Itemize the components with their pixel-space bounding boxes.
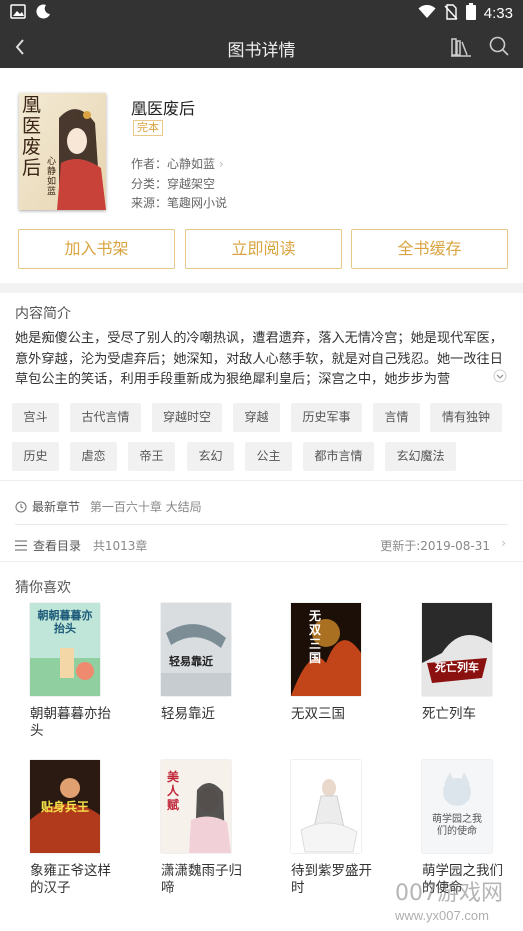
search-icon [489, 36, 509, 56]
photo-icon [10, 4, 26, 23]
author-name: 心静如蓝 [167, 157, 216, 171]
status-badge: 完本 [133, 120, 163, 136]
book-cover: 朝朝暮暮亦抬头 [30, 603, 100, 696]
tag-item[interactable]: 情有独钟 [430, 403, 502, 432]
watermark-brand: 007游戏网 [395, 881, 503, 906]
tag-item[interactable]: 宫斗 [12, 403, 59, 432]
recommend-book-title: 朝朝暮暮亦抬头 [30, 706, 111, 739]
book-title: 凰医废后 [131, 99, 196, 118]
tag-item[interactable]: 帝王 [128, 442, 175, 471]
status-bar: 4:33 [0, 0, 523, 26]
book-cover: 萌学园之我们的使命 [422, 760, 492, 853]
author-row[interactable]: 作者：心静如蓝 › [131, 155, 224, 172]
book-cover: 轻易靠近 [161, 603, 231, 696]
battery-icon [465, 3, 476, 24]
tag-item[interactable]: 历史 [12, 442, 59, 471]
source-row: 来源：笔趣网小说 [131, 194, 227, 211]
recommend-book-title: 轻易靠近 [161, 706, 215, 722]
chevron-right-icon: › [501, 536, 506, 550]
expand-icon[interactable] [490, 369, 510, 387]
source-label: 来源： [131, 196, 168, 210]
latest-chapter-title: 第一百六十章 大结局 [89, 500, 202, 514]
author-label: 作者： [131, 157, 168, 171]
page-title: 图书详情 [227, 41, 296, 61]
book-cover: 凰医废后 心静如蓝 [19, 93, 106, 210]
tag-item[interactable]: 历史军事 [291, 403, 362, 432]
cover-title: 凰医废后 [22, 94, 42, 179]
tag-item[interactable]: 穿越时空 [152, 403, 222, 432]
tag-item[interactable]: 玄幻 [187, 442, 234, 471]
book-cover: 美人赋 [161, 760, 231, 853]
chapter-count: 共1013章 [92, 539, 148, 553]
bookshelf-icon [451, 38, 471, 57]
book-cover: 无双三国 [291, 603, 361, 696]
recommend-book-title: 死亡列车 [422, 706, 476, 722]
book-cover: 贴身兵王 [30, 760, 100, 853]
source-value: 笔趣网小说 [167, 196, 228, 210]
latest-chapter-row[interactable]: 最新章节 第一百六十章 大结局 [15, 498, 508, 516]
divider [0, 561, 523, 562]
tag-item[interactable]: 古代言情 [70, 403, 141, 432]
catalog-row[interactable]: 查看目录 共1013章 更新于:2019-08-31 › [15, 536, 508, 554]
intro-title: 内容简介 [15, 306, 71, 322]
category-label: 分类： [131, 177, 168, 191]
latest-chapter-label: 最新章节 [32, 500, 81, 514]
recommend-book-title: 无双三国 [291, 706, 345, 722]
bookshelf-button[interactable] [449, 35, 473, 59]
search-button[interactable] [487, 34, 511, 58]
title-bar: 图书详情 [0, 26, 523, 68]
no-sim-icon [444, 3, 458, 24]
book-cover [291, 760, 361, 853]
chevron-right-icon: › [219, 157, 224, 171]
recommend-book-title: 潇潇魏雨子归啼 [161, 863, 242, 896]
update-date: 更新于:2019-08-31 [380, 539, 490, 553]
cover-author: 心静如蓝 [47, 157, 57, 197]
recommend-book-title: 象雍正爷这样的汉子 [30, 863, 111, 896]
recommend-book-title: 待到紫罗盛开时 [291, 863, 372, 896]
list-icon [15, 540, 27, 554]
tag-item[interactable]: 言情 [373, 403, 420, 432]
book-cover: 死亡列车 [422, 603, 492, 696]
catalog-label: 查看目录 [33, 539, 82, 553]
recommend-title: 猜你喜欢 [15, 580, 71, 596]
divider [0, 283, 523, 293]
read-now-button[interactable]: 立即阅读 [185, 229, 342, 269]
status-time: 4:33 [483, 5, 513, 22]
intro-text[interactable]: 她是痴傻公主，受尽了别人的冷嘲热讽，遭君遗弃，落入无情冷宫；她是现代军医，意外穿… [15, 329, 509, 391]
divider [15, 524, 508, 525]
watermark-url: www.yx007.com [395, 908, 489, 923]
tag-item[interactable]: 穿越 [233, 403, 280, 432]
category-value: 穿越架空 [167, 177, 216, 191]
action-buttons: 加入书架 立即阅读 全书缓存 [18, 229, 509, 269]
category-row: 分类：穿越架空 [131, 175, 215, 192]
cache-all-button[interactable]: 全书缓存 [351, 229, 508, 269]
tag-item[interactable]: 都市言情 [303, 442, 374, 471]
tag-item[interactable]: 公主 [245, 442, 292, 471]
clock-icon [15, 501, 27, 516]
moon-icon [36, 4, 51, 23]
tag-item[interactable]: 虐恋 [70, 442, 117, 471]
add-to-shelf-button[interactable]: 加入书架 [18, 229, 175, 269]
divider [0, 480, 523, 481]
tag-item[interactable]: 玄幻魔法 [385, 442, 456, 471]
wifi-icon [418, 4, 436, 23]
